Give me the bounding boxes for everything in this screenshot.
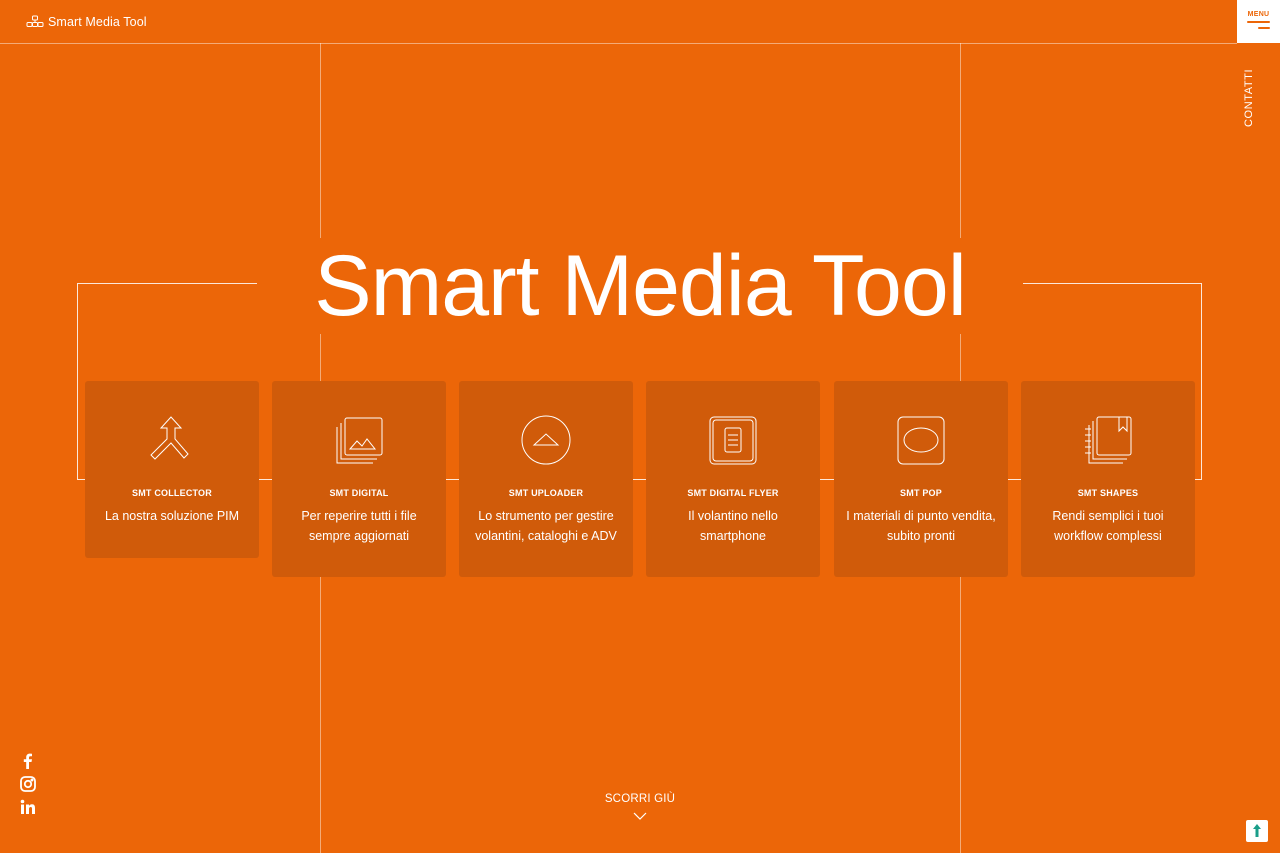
logo-icon	[26, 15, 44, 27]
product-name: SMT COLLECTOR	[132, 488, 212, 498]
scroll-down-label: SCORRI GIÙ	[604, 793, 676, 805]
product-name: SMT DIGITAL	[329, 488, 389, 498]
notebook-icon	[1085, 416, 1132, 464]
product-card-shapes[interactable]: SMT SHAPES Rendi semplici i tuoi workflo…	[1021, 381, 1195, 577]
product-description: La nostra soluzione PIM	[104, 509, 240, 523]
chevron-down-icon	[633, 812, 647, 820]
product-card-pop[interactable]: SMT POP I materiali di punto vendita, su…	[834, 381, 1008, 577]
social-links	[19, 752, 37, 821]
product-name: SMT UPLOADER	[508, 488, 584, 498]
product-card-uploader[interactable]: SMT UPLOADER Lo strumento per gestire vo…	[459, 381, 633, 577]
logo-link[interactable]: Smart Media Tool	[26, 15, 147, 29]
linkedin-icon[interactable]	[19, 798, 37, 816]
product-card-collector[interactable]: SMT COLLECTOR La nostra soluzione PIM	[85, 381, 259, 558]
logo-text: Smart Media Tool	[48, 15, 147, 29]
product-card-digital-flyer[interactable]: SMT DIGITAL FLYER Il volantino nello sma…	[646, 381, 820, 577]
product-name: SMT SHAPES	[1077, 488, 1139, 498]
page-title: Smart Media Tool	[257, 238, 1023, 334]
image-stack-icon	[336, 417, 383, 464]
instagram-icon[interactable]	[19, 775, 37, 793]
smartphone-icon	[709, 416, 757, 465]
facebook-icon[interactable]	[19, 752, 37, 770]
product-name: SMT DIGITAL FLYER	[687, 488, 779, 498]
product-description: Il volantino nello smartphone	[688, 509, 778, 543]
menu-button[interactable]: MENU	[1237, 0, 1280, 43]
product-description: I materiali di punto vendita, subito pro…	[846, 509, 996, 543]
back-to-top-button[interactable]	[1246, 820, 1268, 842]
product-description: Rendi semplici i tuoi workflow complessi	[1052, 509, 1164, 543]
contact-link[interactable]: CONTATTI	[1243, 66, 1259, 130]
arrow-up-icon	[1253, 824, 1261, 837]
upload-circle-icon	[521, 415, 571, 465]
pop-display-icon	[897, 416, 945, 465]
page: Smart Media Tool MENU CONTATTI Smart Med…	[0, 0, 1280, 853]
merge-arrows-icon	[150, 416, 189, 460]
scroll-down-button[interactable]: SCORRI GIÙ	[580, 793, 700, 821]
header-divider	[0, 43, 1237, 44]
menu-label: MENU	[1247, 11, 1270, 18]
product-description: Lo strumento per gestire volantini, cata…	[475, 509, 617, 543]
hamburger-icon	[1247, 21, 1271, 33]
product-name: SMT POP	[900, 488, 942, 498]
product-description: Per reperire tutti i file sempre aggiorn…	[301, 509, 417, 543]
product-card-digital[interactable]: SMT DIGITAL Per reperire tutti i file se…	[272, 381, 446, 577]
